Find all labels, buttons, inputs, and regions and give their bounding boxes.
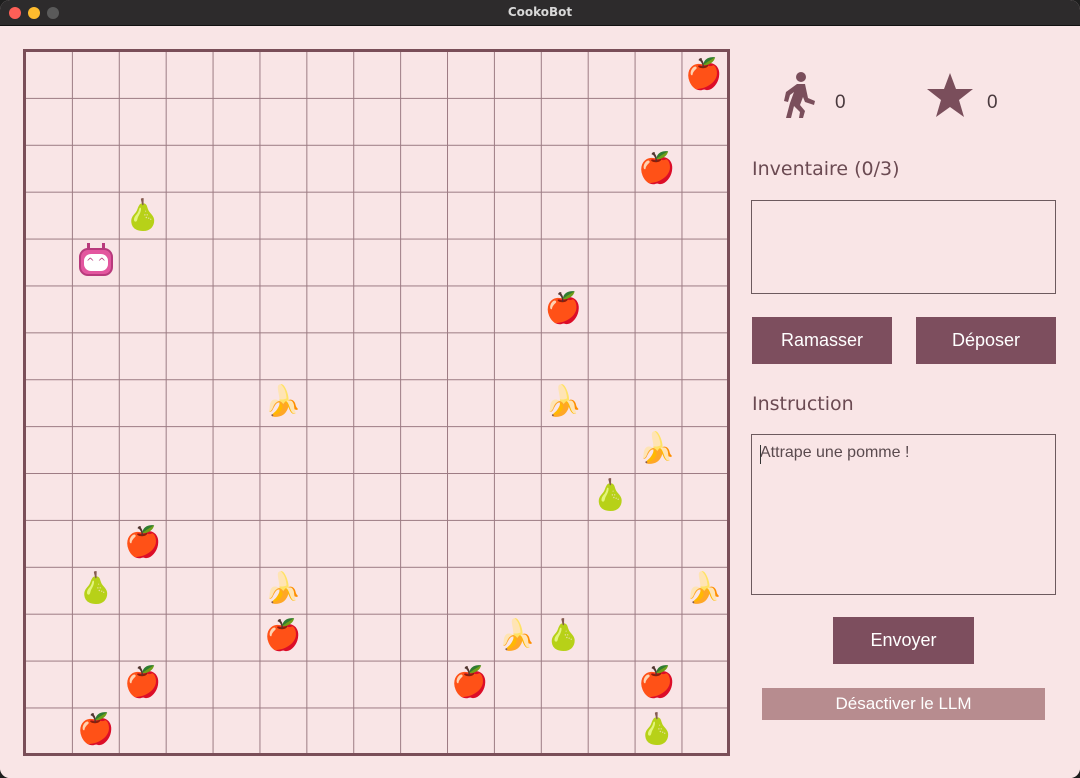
- inventory-label: Inventaire (0/3): [752, 158, 900, 180]
- walking-person-icon: [784, 72, 815, 118]
- star-icon: [927, 73, 973, 117]
- apple-icon: 🍎: [77, 711, 115, 747]
- apple-icon: 🍎: [544, 291, 583, 327]
- pickup-button[interactable]: Ramasser: [752, 317, 892, 364]
- score-counter: 0: [987, 92, 998, 113]
- pear-icon: 🍐: [638, 711, 676, 747]
- text-caret: [760, 445, 761, 464]
- banana-icon: 🍌: [684, 571, 723, 607]
- main-content: 🍎 🍎 🍐 🍎 🍌 🍌 🍌 🍐 🍎 🍐 🍌 🍌 🍎 🍌 🍐 🍎 🍎 🍎 🍎 🍐 ^ ^ 0 0 Inventaire (…: [0, 27, 1080, 778]
- toggle-llm-button[interactable]: Désactiver le LLM: [762, 688, 1045, 720]
- window-title: CookoBot: [507, 5, 573, 19]
- banana-icon: 🍌: [498, 618, 536, 654]
- apple-icon: 🍎: [638, 664, 676, 700]
- send-button[interactable]: Envoyer: [833, 617, 974, 664]
- inventory-box: [751, 200, 1056, 294]
- banana-icon: 🍌: [264, 384, 302, 420]
- apple-icon: 🍎: [638, 150, 676, 186]
- robot-icon: ^ ^: [73, 239, 120, 286]
- apple-icon: 🍎: [684, 57, 723, 93]
- pear-icon: 🍐: [591, 477, 629, 513]
- banana-icon: 🍌: [544, 384, 583, 420]
- game-board[interactable]: 🍎 🍎 🍐 🍎 🍌 🍌 🍌 🍐 🍎 🍐 🍌 🍌 🍎 🍌 🍐 🍎 🍎 🍎 🍎 🍐 ^ ^: [23, 49, 730, 756]
- drop-button[interactable]: Déposer: [916, 317, 1056, 364]
- apple-icon: 🍎: [264, 618, 302, 654]
- pear-icon: 🍐: [77, 571, 115, 607]
- steps-counter: 0: [835, 92, 846, 113]
- banana-icon: 🍌: [638, 431, 676, 467]
- pear-icon: 🍐: [544, 618, 583, 654]
- banana-icon: 🍌: [264, 571, 302, 607]
- apple-icon: 🍎: [124, 664, 162, 700]
- pear-icon: 🍐: [124, 197, 162, 233]
- apple-icon: 🍎: [124, 524, 162, 560]
- instruction-label: Instruction: [752, 393, 854, 415]
- instruction-input[interactable]: Attrape une pomme !: [751, 434, 1056, 595]
- apple-icon: 🍎: [451, 664, 489, 700]
- instruction-text: Attrape une pomme !: [760, 444, 910, 461]
- app-window: CookoBot 🍎 🍎 🍐 🍎 🍌 🍌 🍌 🍐 🍎 🍐 🍌 🍌 🍎 🍌 🍐 🍎 🍎 🍎 🍎 🍐 ^ ^ 0 0 Inv…: [0, 0, 1080, 778]
- title-bar: CookoBot: [0, 0, 1080, 26]
